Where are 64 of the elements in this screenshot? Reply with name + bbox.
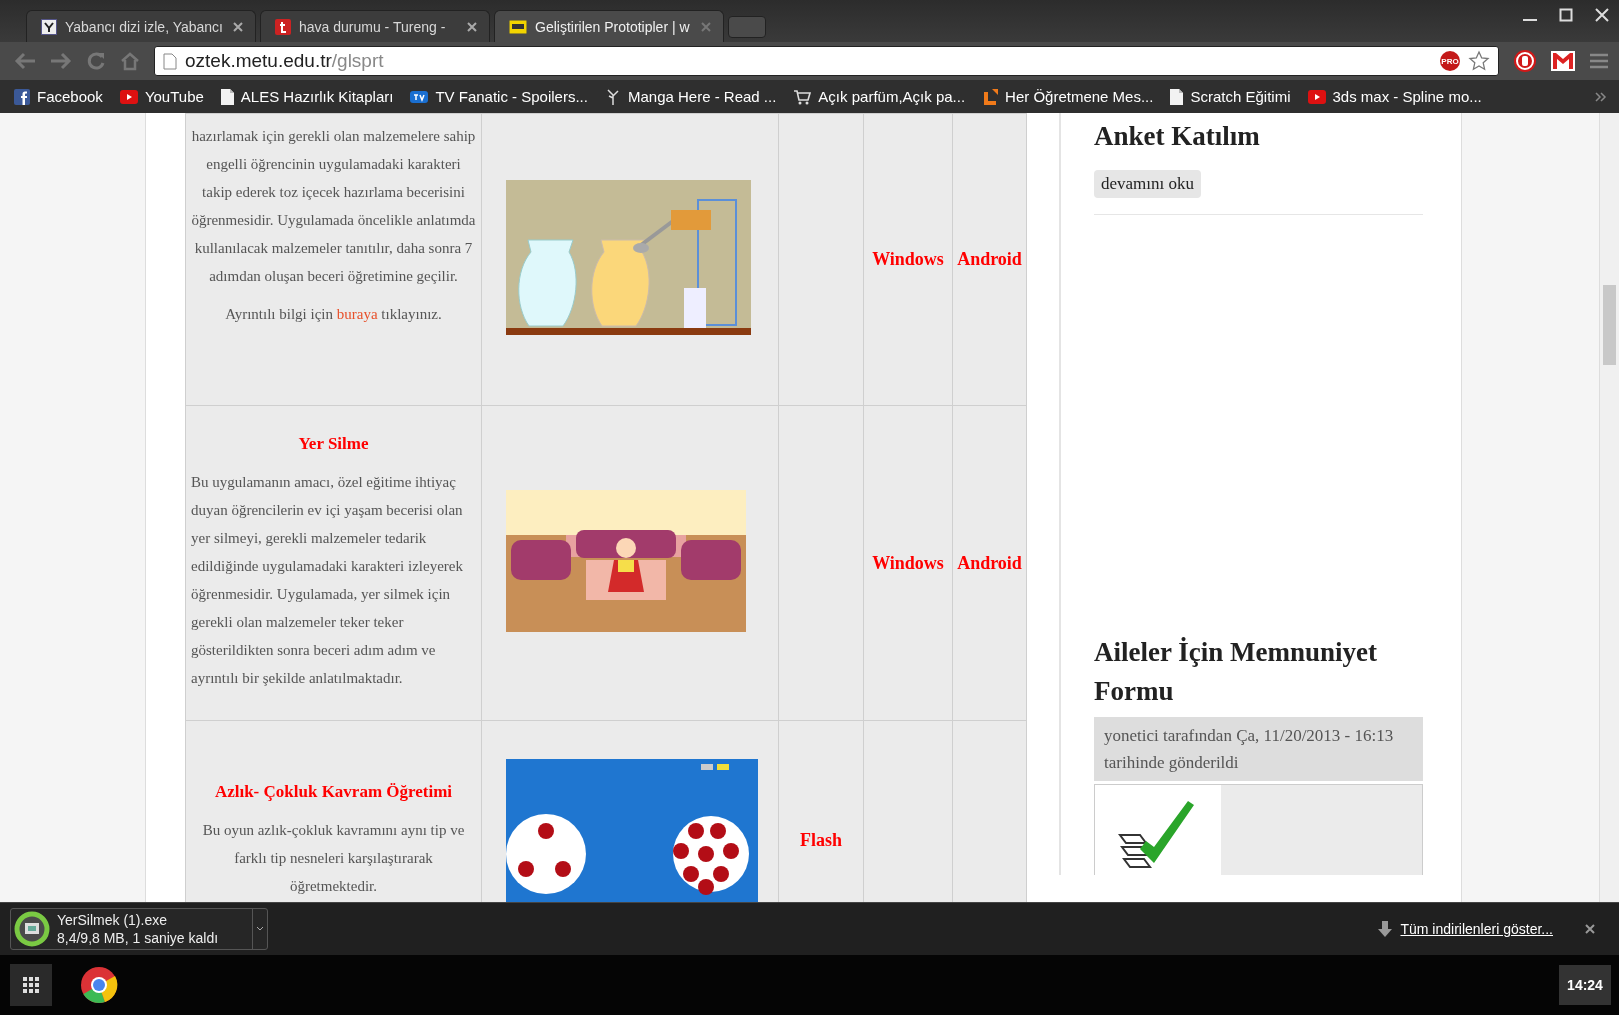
- home-icon: [120, 51, 140, 71]
- corner-icon: [982, 88, 999, 105]
- close-icon: [1595, 8, 1609, 22]
- cart-icon: [793, 88, 812, 105]
- close-icon: [233, 21, 243, 32]
- menu-icon: [1589, 52, 1609, 70]
- download-arrow-icon: [1378, 921, 1393, 937]
- bookmark-link[interactable]: 3ds max - Spline mo...: [1307, 88, 1482, 105]
- favicon-icon: [509, 19, 527, 34]
- bookmark-link[interactable]: YouTube: [119, 88, 204, 105]
- bookmark-link[interactable]: Scratch Eğitimi: [1170, 88, 1291, 105]
- facebook-icon: [14, 88, 30, 105]
- maximize-icon: [1559, 8, 1573, 22]
- read-more-button[interactable]: devamını oku: [1094, 170, 1201, 198]
- chevron-icon: [1595, 91, 1607, 102]
- bookmark-link[interactable]: ALES Hazırlık Kitapları: [220, 88, 394, 105]
- app-description: hazırlamak için gerekli olan malzemelere sahip engelli öğrencinin uygulamadaki karakteri takip ederek toz içecek hazırlama becerisini öğrenmesidir. Uygulamada öncelikle anlatımda kullanılacak malzemeler tanıtılır, daha sonra 7 adımdan oluşan beceri öğretimine geçilir.: [191, 127, 476, 286]
- page-icon: [220, 88, 234, 105]
- video-play-icon: [1307, 89, 1326, 104]
- close-icon: [701, 21, 711, 32]
- new-tab-button[interactable]: [728, 16, 766, 38]
- browser-tab[interactable]: Yabancı dizi izle, Yabancı: [26, 10, 256, 42]
- address-bar[interactable]: oztek.metu.edu.tr/glsprt PRO: [154, 46, 1499, 76]
- app-title: Azlık- Çokluk Kavram Öğretimi: [213, 781, 454, 802]
- browser-logo-icon: [80, 966, 118, 1004]
- app-description: Bu oyun azlık-çokluk kavramını aynı tip ve farklı tip nesneleri karşılaştırarak öğretmektedir.: [201, 820, 466, 896]
- back-arrow-icon: [14, 52, 36, 70]
- bookmark-link[interactable]: Manga Here - Read ...: [604, 88, 777, 105]
- show-all-downloads-link[interactable]: Tüm indirilenleri göster...: [1400, 921, 1553, 937]
- page-icon: [163, 52, 177, 70]
- scrollbar[interactable]: [1599, 113, 1619, 902]
- file-name: YerSilmek (1).exe: [57, 911, 168, 929]
- app-launcher-button[interactable]: [10, 964, 52, 1006]
- close-icon: [1585, 924, 1595, 934]
- reload-icon: [86, 51, 106, 71]
- download-item[interactable]: YerSilmek (1).exe 8,4/9,8 MB, 1 saniye kaldı: [10, 908, 268, 950]
- clock: 14:24: [1559, 965, 1611, 1005]
- tv-icon: [410, 90, 429, 103]
- block-heading: Aileler İçin Memnuniyet Formu: [1094, 636, 1378, 708]
- star-icon: [1468, 50, 1490, 72]
- bookmark-link[interactable]: TV Fanatic - Spoilers...: [410, 88, 588, 105]
- bookmark-link[interactable]: Açık parfüm,Açık pa...: [793, 88, 966, 105]
- bookmark-link[interactable]: Her Öğretmene Mes...: [982, 88, 1154, 105]
- block-heading: Anket Katılım: [1094, 120, 1261, 153]
- url-text: oztek.metu.edu.tr/glsprt: [185, 50, 385, 72]
- favicon-icon: [275, 18, 291, 35]
- favicon-icon: [41, 18, 57, 35]
- close-icon: [467, 21, 477, 32]
- page-icon: [1170, 88, 1184, 105]
- app-description: Bu uygulamanın amacı, özel eğitime ihtiyaç duyan öğrencilerin ev içi yaşam becerisi olan yer silmeyi, gerekli malzemeler tedarik edildiğinde uygulamadaki karakteri izleyerek öğrenmesidir. Uygulamada, yer silmek için gerekli olan malzemeler teker teker gösterildikten sonra beceri adım adım ve ayrıntılı bir şekilde anlatılmaktadır.: [191, 473, 464, 688]
- download-file-icon: [14, 911, 50, 947]
- minimize-icon: [1523, 19, 1537, 21]
- post-meta: yonetici tarafından Ça, 11/20/2013 - 16:13 tarihinde gönderildi: [1094, 717, 1423, 781]
- download-status: 8,4/9,8 MB, 1 saniye kaldı: [57, 929, 220, 947]
- grid-icon: [23, 977, 39, 993]
- info-sentence: Ayrıntılı bilgi için buraya tıklayınız.: [224, 306, 443, 323]
- video-play-icon: [119, 89, 138, 104]
- browser-tab[interactable]: Geliştirilen Prototipler | w: [494, 10, 724, 42]
- bookmark-link[interactable]: Facebook: [14, 88, 103, 105]
- mail-icon: [1551, 51, 1575, 71]
- browser-tab[interactable]: hava durumu - Tureng -: [260, 10, 490, 42]
- forward-arrow-icon: [50, 52, 72, 70]
- extension-badge[interactable]: PRO: [1440, 51, 1460, 71]
- app-title: Yer Silme: [297, 434, 370, 454]
